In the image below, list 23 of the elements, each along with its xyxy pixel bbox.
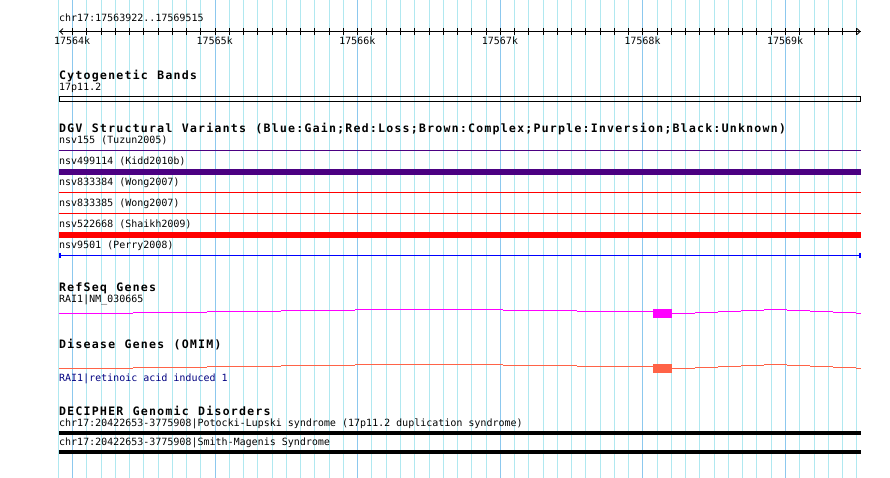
tick-label: 17568k bbox=[624, 36, 660, 48]
tick-label: 17565k bbox=[196, 36, 233, 48]
feature-label: chr17:20422653-3775908|Smith-Magenis Syndrome bbox=[59, 437, 330, 449]
tick-label: 17569k bbox=[766, 36, 804, 48]
feature-label: RAI1|retinoic acid induced 1 bbox=[59, 373, 228, 385]
feature-label: nsv522668 (Shaikh2009) bbox=[59, 219, 192, 231]
track-title: Cytogenetic Bands bbox=[59, 69, 198, 82]
track-title: Disease Genes (OMIM) bbox=[59, 338, 223, 351]
tick-label: 17566k bbox=[339, 36, 376, 48]
tick-label: 17564k bbox=[54, 36, 90, 48]
feature-label: chr17:20422653-3775908|Potocki-Lupski syndrome (17p11.2 duplication syndrome) bbox=[59, 418, 523, 430]
region-label: chr17:17563922..17569515 bbox=[59, 13, 204, 25]
track-title: RefSeq Genes bbox=[59, 281, 158, 294]
feature-label: nsv833384 (Wong2007) bbox=[59, 177, 180, 189]
feature-label: nsv9501 (Perry2008) bbox=[59, 240, 174, 252]
feature-label: nsv499114 (Kidd2010b) bbox=[59, 156, 186, 168]
feature-label: nsv155 (Tuzun2005) bbox=[59, 135, 168, 147]
track-title: DGV Structural Variants (Blue:Gain;Red:Loss;Brown:Complex;Purple:Inversion;Black:Unknown) bbox=[59, 122, 788, 135]
feature-label: RAI1|NM_030665 bbox=[59, 294, 144, 306]
track-title: DECIPHER Genomic Disorders bbox=[59, 405, 272, 418]
feature-label: 17p11.2 bbox=[59, 82, 102, 94]
tick-label: 17567k bbox=[482, 36, 518, 48]
feature-label: nsv833385 (Wong2007) bbox=[59, 198, 180, 210]
